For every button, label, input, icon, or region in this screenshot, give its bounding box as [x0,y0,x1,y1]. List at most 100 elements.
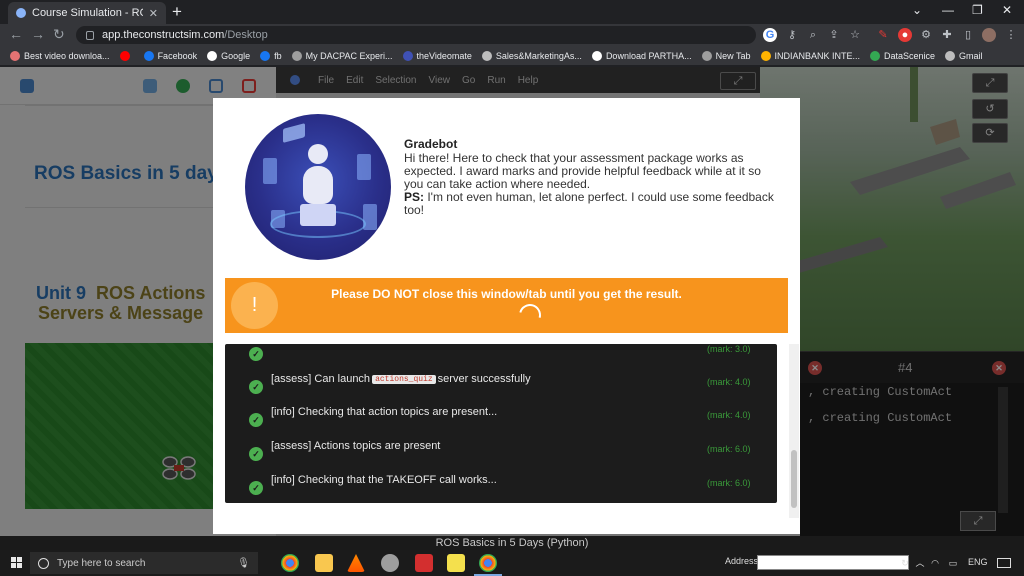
bookmark-favicon-icon [402,50,413,61]
address-bar[interactable]: app.theconstructsim.com/Desktop [76,26,756,44]
result-row: ✓ (mark: 3.0) [225,344,777,370]
profile-avatar[interactable] [982,28,996,42]
result-prefix: [info] Checking that action topics are p… [271,406,498,418]
warning-banner: ! Please DO NOT close this window/tab un… [225,278,788,333]
result-row: ✓ [assess] Can launch actions_quiz server s… [225,371,777,403]
result-mark: (mark: 4.0) [707,377,751,387]
address-input[interactable] [757,555,909,570]
bookmark-item[interactable]: Facebook [143,50,198,61]
bookmark-favicon-icon [10,50,20,61]
keyboard-icon[interactable]: ▭ [948,558,958,568]
illustration-tower [357,154,371,180]
taskbar-search[interactable]: Type here to search 🎙 [30,552,258,574]
check-circle-icon: ✓ [249,447,263,461]
result-mark: (mark: 3.0) [707,344,751,354]
result-prefix: [assess] Can launch [271,373,371,385]
vlc-icon[interactable] [347,554,365,572]
bookmark-label: theVideomate [416,50,472,61]
reload-icon[interactable]: ↻ [53,27,65,41]
bookmark-item[interactable]: DataScenice [870,50,936,61]
bookmark-label: My DACPAC Experi... [305,50,393,61]
robot-body [303,166,333,204]
new-tab-button[interactable]: + [172,3,182,20]
illustration-card [283,123,305,143]
browser-toolbar: ← → ↻ app.theconstructsim.com/Desktop G … [0,24,1024,46]
bookmark-item[interactable]: Best video downloa... [10,50,110,61]
bookmark-item[interactable]: New Tab [701,50,751,61]
result-text: [assess] Can launch actions_quiz server su… [271,373,531,385]
share-icon[interactable]: ⇪ [827,28,841,42]
result-mark: (mark: 4.0) [707,410,751,420]
result-row: ✓ [assess] Actions topics are present (mar… [225,438,777,470]
microphone-icon[interactable]: 🎙 [237,558,250,569]
minimize-icon[interactable]: — [942,3,954,17]
bookmark-label: fb [274,50,282,61]
bookmark-favicon-icon [207,50,218,61]
extension-icon[interactable]: ⚙ [919,28,933,42]
chrome-active-icon[interactable] [479,554,497,572]
address-go-icon[interactable]: ↻ [900,558,910,568]
bookmark-item[interactable]: Sales&MarketingAs... [481,50,582,61]
bookmark-favicon-icon [481,50,492,61]
bookmark-label: Sales&MarketingAs... [495,50,582,61]
key-icon[interactable]: ⚷ [785,28,799,42]
check-circle-icon: ✓ [249,347,263,361]
course-footer: ROS Basics in 5 Days (Python) [0,536,1024,550]
wifi-icon[interactable]: ◠ [930,558,940,568]
file-explorer-icon[interactable] [315,554,333,572]
results-log[interactable]: ✓ (mark: 3.0) ✓ [assess] Can launch actions_… [225,344,777,503]
sticky-notes-icon[interactable] [447,554,465,572]
puzzle-icon[interactable]: ✚ [940,28,954,42]
zoom-icon[interactable]: ⌕ [806,28,820,42]
bookmark-item[interactable]: Gmail [945,50,983,61]
bookmark-label: DataScenice [884,50,936,61]
check-circle-icon: ✓ [249,413,263,427]
gradebot-intro: Hi there! Here to check that your assess… [404,151,761,191]
bookmark-item[interactable] [119,50,134,61]
more-menu-icon[interactable]: ⋮ [1004,28,1018,42]
bookmark-label: Facebook [157,50,198,61]
gradebot-ps: PS: I'm not even human, let alone perfec… [404,191,774,217]
notifications-icon[interactable] [997,558,1011,568]
back-arrow-icon[interactable]: ← [9,27,23,41]
result-mark: (mark: 6.0) [707,478,751,488]
warning-text: Please DO NOT close this window/tab unti… [331,287,682,301]
results-scrollbar-thumb[interactable] [791,450,797,508]
extension-shield-icon[interactable]: ● [898,28,912,42]
bookmark-favicon-icon [701,50,712,61]
bookmark-star-icon[interactable]: ☆ [848,28,862,42]
ps-text: I'm not even human, let alone perfect. I… [404,190,774,217]
search-icon [38,557,49,569]
windows-start-icon[interactable] [11,557,23,569]
bookmark-item[interactable]: fb [260,50,282,61]
google-lens-icon[interactable]: G [763,28,777,42]
maximize-icon[interactable]: ❐ [972,3,983,17]
close-window-icon[interactable]: ✕ [1002,3,1012,17]
chrome-taskbar-icon[interactable] [281,554,299,572]
bookmark-item[interactable]: Download PARTHA... [591,50,692,61]
tab-title: Course Simulation - ROS Basics i [32,7,143,19]
result-text: [info] Checking that the TAKEOFF call wo… [271,474,497,486]
tab-close-icon[interactable]: ✕ [149,7,158,20]
result-row: ✓ [info] Checking that the TAKEOFF call w… [225,472,777,503]
bookmark-label: Google [221,50,251,61]
url-host: app.theconstructsim.com [102,29,225,41]
bookmark-item[interactable]: INDIANBANK INTE... [760,50,860,61]
bookmark-item[interactable]: theVideomate [402,50,472,61]
forward-arrow-icon[interactable]: → [31,27,45,41]
bookmark-item[interactable]: My DACPAC Experi... [291,50,393,61]
acrobat-icon[interactable] [415,554,433,572]
browser-tab[interactable]: Course Simulation - ROS Basics i ✕ [8,2,166,24]
sidebar-icon[interactable]: ▯ [961,28,975,42]
bookmark-item[interactable]: Google [207,50,251,61]
browser-tabstrip: Course Simulation - ROS Basics i ✕ + ⌄ —… [0,0,1024,24]
address-label: Address [725,556,759,566]
app-icon[interactable] [381,554,399,572]
language-indicator[interactable]: ENG [968,557,988,567]
tab-search-icon[interactable]: ⌄ [912,3,922,17]
tray-expand-icon[interactable]: ︿ [915,558,925,568]
robot-base [300,204,336,226]
gradebot-illustration [245,114,391,260]
check-circle-icon: ✓ [249,380,263,394]
extension-red-icon[interactable]: ✎ [876,28,890,42]
